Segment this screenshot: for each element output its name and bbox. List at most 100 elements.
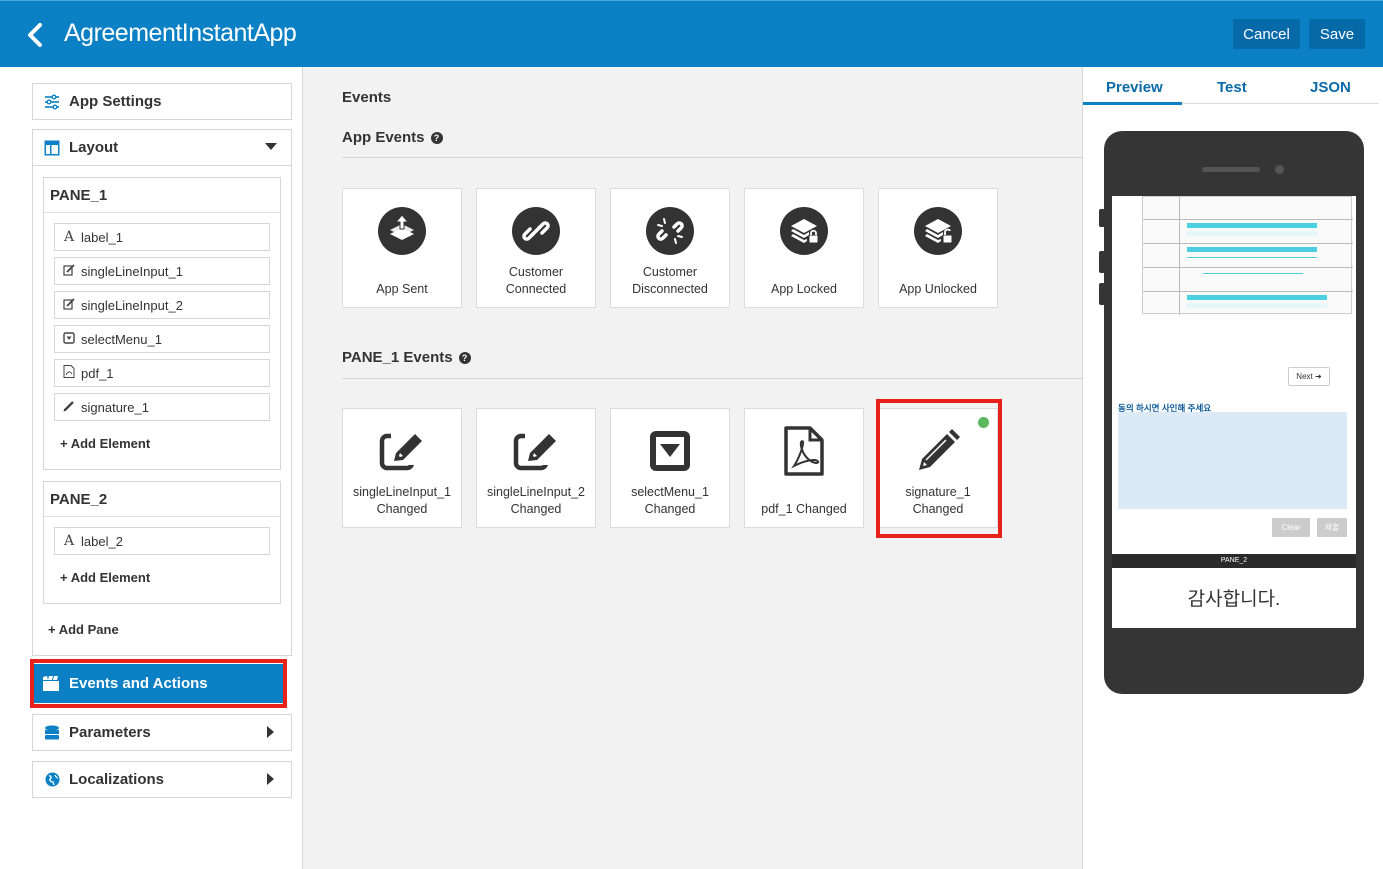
edit-icon <box>510 425 562 477</box>
event-label: selectMenu_1 Changed <box>631 485 709 516</box>
sliders-icon <box>43 93 61 111</box>
pdf-next-button[interactable]: Next ➜ <box>1288 367 1330 386</box>
events-main-panel: Events App Events ? App Sent Customer Co… <box>304 67 1082 869</box>
localizations-section[interactable]: Localizations <box>32 761 292 798</box>
pdf-icon <box>63 365 75 381</box>
tab-preview[interactable]: Preview <box>1106 79 1163 96</box>
add-element-button-pane-2[interactable]: + Add Element <box>60 570 150 585</box>
event-label: Customer Connected <box>505 265 567 296</box>
events-and-actions-section[interactable]: Events and Actions <box>34 664 283 703</box>
doc-cell <box>1187 231 1317 236</box>
help-icon[interactable]: ? <box>458 351 471 364</box>
tab-json[interactable]: JSON <box>1310 79 1351 96</box>
unlink-icon <box>644 205 696 257</box>
element-label: singleLineInput_1 <box>81 263 183 279</box>
element-select-menu-1[interactable]: selectMenu_1 <box>54 325 270 353</box>
select-icon <box>63 331 75 347</box>
element-pdf-1[interactable]: pdf_1 <box>54 359 270 387</box>
doc-line <box>1143 291 1353 292</box>
pencil-icon <box>63 400 75 415</box>
sidebar: App Settings Layout PANE_1 A label_1 sin… <box>0 67 303 869</box>
phone-side-button <box>1099 251 1105 273</box>
element-single-line-input-2[interactable]: singleLineInput_2 <box>54 291 270 319</box>
pdf-icon <box>778 425 830 477</box>
event-label: signature_1 Changed <box>905 485 971 516</box>
parameters-label: Parameters <box>69 724 151 741</box>
app-settings-label: App Settings <box>69 93 162 110</box>
pane-2-card: PANE_2 A label_2 + Add Element <box>43 481 281 604</box>
event-tile-app-locked[interactable]: App Locked <box>744 188 864 308</box>
globe-icon <box>43 771 61 789</box>
clapperboard-icon <box>42 675 60 692</box>
arrow-right-icon: ➜ <box>1314 372 1322 381</box>
caret-right-icon <box>267 726 274 738</box>
signature-pad[interactable] <box>1118 412 1347 509</box>
event-tile-app-sent[interactable]: App Sent <box>342 188 462 308</box>
event-tile-customer-connected[interactable]: Customer Connected <box>476 188 596 308</box>
phone-camera <box>1275 165 1284 174</box>
element-single-line-input-1[interactable]: singleLineInput_1 <box>54 257 270 285</box>
database-icon <box>43 724 61 742</box>
element-label: pdf_1 <box>81 365 114 381</box>
divider <box>342 157 1082 158</box>
event-tile-customer-disconnected[interactable]: Customer Disconnected <box>610 188 730 308</box>
event-label: App Unlocked <box>899 282 977 296</box>
text-icon: A <box>63 533 75 549</box>
element-label: label_2 <box>81 533 123 549</box>
layers-lock-icon <box>778 205 830 257</box>
event-tile-signature-1-changed[interactable]: signature_1 Changed <box>878 408 998 528</box>
layout-icon <box>43 139 61 157</box>
text-icon: A <box>63 229 75 245</box>
event-label: App Locked <box>770 282 838 296</box>
layers-unlock-icon <box>912 205 964 257</box>
layout-section[interactable]: Layout <box>32 129 292 166</box>
phone-screen: Next ➜ 동의 하시면 사인해 주세요 Clear 제출 PANE_2 감사… <box>1112 196 1356 628</box>
layout-label: Layout <box>69 139 119 156</box>
save-button[interactable]: Save <box>1309 19 1365 49</box>
event-tile-single-line-input-1-changed[interactable]: singleLineInput_1 Changed <box>342 408 462 528</box>
active-status-dot <box>978 417 989 428</box>
caret-right-icon <box>267 773 274 785</box>
pane-2-title[interactable]: PANE_2 <box>44 482 280 517</box>
pane-2-header: PANE_2 <box>1112 554 1356 568</box>
back-chevron-icon[interactable] <box>22 21 50 49</box>
events-and-actions-label: Events and Actions <box>69 675 208 692</box>
help-icon[interactable]: ? <box>430 131 443 144</box>
event-tile-app-unlocked[interactable]: App Unlocked <box>878 188 998 308</box>
event-tile-pdf-1-changed[interactable]: pdf_1 Changed <box>744 408 864 528</box>
preview-panel: Preview Test JSON Next ➜ 동의 하시면 사인해 주세요 … <box>1082 67 1383 869</box>
pane-1-events-title: PANE_1 Events <box>342 349 453 366</box>
app-sent-icon <box>376 205 428 257</box>
event-tile-select-menu-1-changed[interactable]: selectMenu_1 Changed <box>610 408 730 528</box>
event-label: pdf_1 Changed <box>761 502 847 516</box>
doc-cell <box>1187 223 1317 228</box>
caret-down-icon <box>265 143 277 150</box>
add-element-button-pane-1[interactable]: + Add Element <box>60 436 150 451</box>
tab-test[interactable]: Test <box>1217 79 1247 96</box>
element-label-2[interactable]: A label_2 <box>54 527 270 555</box>
app-settings-section[interactable]: App Settings <box>32 83 292 120</box>
divider <box>342 378 1082 379</box>
doc-line <box>1143 267 1353 268</box>
event-tile-single-line-input-2-changed[interactable]: singleLineInput_2 Changed <box>476 408 596 528</box>
clear-button[interactable]: Clear <box>1272 518 1310 537</box>
pane-1-title[interactable]: PANE_1 <box>44 178 280 213</box>
pane-1-card: PANE_1 A label_1 singleLineInput_1 singl… <box>43 177 281 470</box>
link-icon <box>510 205 562 257</box>
pdf-document-page[interactable] <box>1142 196 1353 315</box>
app-events-heading: App Events ? <box>342 129 443 146</box>
element-signature-1[interactable]: signature_1 <box>54 393 270 421</box>
phone-frame: Next ➜ 동의 하시면 사인해 주세요 Clear 제출 PANE_2 감사… <box>1099 131 1364 694</box>
cancel-button[interactable]: Cancel <box>1233 19 1300 49</box>
doc-line <box>1187 257 1317 258</box>
element-label: label_1 <box>81 229 123 245</box>
next-label: Next <box>1296 372 1313 381</box>
event-label: App Sent <box>376 282 428 296</box>
element-label-1[interactable]: A label_1 <box>54 223 270 251</box>
submit-button[interactable]: 제출 <box>1317 518 1347 537</box>
doc-line <box>1143 243 1353 244</box>
phone-speaker <box>1202 167 1260 172</box>
phone-side-button <box>1099 209 1105 227</box>
add-pane-button[interactable]: + Add Pane <box>48 622 119 637</box>
parameters-section[interactable]: Parameters <box>32 714 292 751</box>
